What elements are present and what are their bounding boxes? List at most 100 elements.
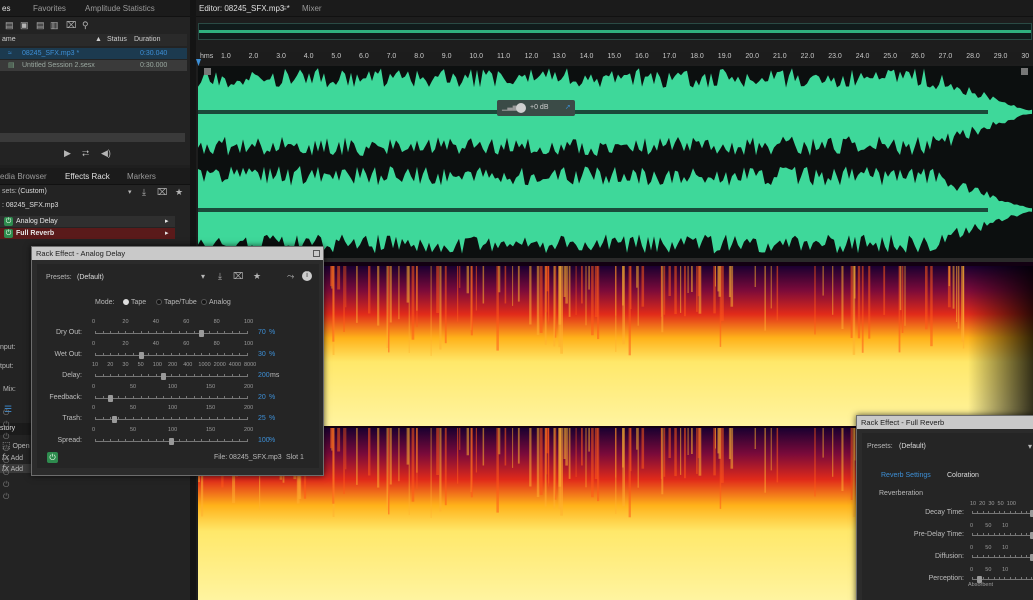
delete-icon[interactable]: ⌧ [66, 21, 76, 30]
empty-slot-power-icon[interactable]: ⏻ [3, 420, 9, 430]
time-ruler[interactable]: hms 1.0 2.0 3.0 4.0 5.0 6.0 7.0 8.0 9.0 10.0 11.0 1… [198, 52, 1033, 64]
empty-slot-power-icon[interactable]: ⏻ [3, 480, 9, 490]
power-icon[interactable]: ⏻ [4, 217, 13, 226]
power-button[interactable]: ⏻ [47, 452, 58, 463]
zoom-icon[interactable] [204, 68, 211, 75]
param-value[interactable]: 200 [258, 372, 270, 379]
presets-dropdown[interactable]: (Default) [899, 443, 926, 450]
volume-hud[interactable]: ▁▃▅ +0 dB ➚ [497, 100, 575, 116]
column-duration[interactable]: Duration [134, 36, 160, 43]
slider-thumb[interactable] [138, 351, 144, 359]
effect-slot-analog-delay[interactable]: ⏻ Analog Delay ▸ [0, 216, 175, 227]
save-icon[interactable]: ▤ [36, 21, 45, 30]
tab-effects-rack[interactable]: Effects Rack [65, 168, 110, 185]
empty-slot-power-icon[interactable]: ⏻ [3, 456, 9, 466]
files-scrollbar[interactable] [0, 133, 185, 142]
slider-tick [163, 352, 165, 356]
empty-slot-power-icon[interactable]: ⏻ [3, 492, 9, 502]
slider-thumb[interactable] [112, 416, 117, 423]
tab-reverb-settings[interactable]: Reverb Settings [881, 472, 931, 479]
play-icon[interactable]: ▶ [64, 149, 71, 158]
favorite-star-icon[interactable]: ★ [175, 188, 183, 197]
chevron-right-icon[interactable]: ▸ [165, 228, 169, 239]
spectrogram-transient [457, 266, 459, 322]
delete-preset-icon[interactable]: ⌧ [157, 188, 167, 197]
slider-tick [133, 417, 134, 420]
param-value[interactable]: 30 [258, 351, 266, 358]
dropdown-arrow-icon[interactable]: ▾ [1028, 442, 1032, 451]
close-file-icon[interactable]: ▥ [50, 21, 59, 30]
tab-amplitude-statistics[interactable]: Amplitude Statistics [85, 0, 155, 17]
tab-mixer[interactable]: Mixer [302, 0, 322, 17]
save-preset-icon[interactable]: ⤓ [218, 272, 222, 281]
waveform-center [198, 110, 988, 114]
dialog-title[interactable]: Rack Effect - Full Reverb [857, 416, 1033, 429]
slider-thumb[interactable] [169, 437, 174, 445]
spectrogram-transient [408, 428, 410, 515]
slider-thumb[interactable] [108, 394, 114, 402]
presets-dropdown[interactable]: (Default) [77, 274, 104, 281]
import-icon[interactable]: ▤ [5, 21, 14, 30]
column-name[interactable]: ame [2, 36, 16, 43]
slider-track[interactable] [972, 535, 1033, 536]
sort-icon[interactable]: ▲ [95, 36, 102, 43]
search-icon[interactable]: ⚲ [82, 21, 89, 30]
param-value[interactable]: 25 [258, 415, 266, 422]
tab-editor[interactable]: Editor: 08245_SFX.mp3 * [199, 0, 290, 17]
save-preset-icon[interactable]: ⤓ [142, 188, 146, 197]
file-row-session[interactable]: ▤ Untitled Session 2.sesx 0:30.000 [0, 60, 187, 71]
waveform-display[interactable] [198, 66, 1033, 258]
favorite-star-icon[interactable]: ★ [253, 272, 261, 281]
mode-analog-radio[interactable]: Analog [201, 299, 231, 306]
spectrogram-transient [814, 266, 816, 335]
empty-slot-power-icon[interactable]: ⏻ [3, 408, 9, 418]
spectrogram-transient [691, 428, 693, 454]
tab-favorites[interactable]: Favorites [33, 0, 66, 17]
param-value[interactable]: 20 [258, 394, 266, 401]
slider-tick [102, 395, 104, 399]
mode-tapetube-radio[interactable]: Tape/Tube [156, 299, 197, 306]
param-label: Decay Time: [925, 509, 964, 516]
spectrogram-transient [368, 266, 371, 314]
tab-markers[interactable]: Markers [127, 168, 156, 185]
volume-icon[interactable]: ◀) [101, 149, 111, 158]
pin-icon[interactable]: ➚ [565, 100, 571, 116]
route-icon[interactable]: ⤳ [287, 272, 294, 281]
close-icon[interactable] [313, 250, 320, 257]
dialog-title[interactable]: Rack Effect - Analog Delay [32, 247, 323, 260]
slider-tick [193, 395, 195, 399]
loop-icon[interactable]: ⮂ [82, 149, 89, 158]
param-value[interactable]: 100 [258, 437, 270, 444]
slider-track[interactable] [972, 557, 1033, 558]
info-icon[interactable]: i [302, 271, 312, 281]
slider-thumb[interactable] [161, 373, 167, 380]
empty-slot-power-icon[interactable]: ⏻ [3, 444, 9, 454]
spectrogram-transient [337, 428, 341, 452]
presets-dropdown[interactable]: (Custom) [18, 188, 47, 195]
slider-thumb[interactable] [199, 330, 205, 337]
effect-slot-full-reverb[interactable]: ⏻ Full Reverb ▸ [0, 228, 175, 239]
chevron-right-icon[interactable]: ▸ [165, 216, 169, 227]
volume-knob-icon[interactable] [516, 103, 526, 113]
delete-preset-icon[interactable]: ⌧ [233, 272, 243, 281]
power-icon[interactable]: ⏻ [4, 229, 13, 238]
dropdown-arrow-icon[interactable]: ▾ [128, 188, 132, 196]
empty-slot-power-icon[interactable]: ⏻ [3, 432, 9, 442]
tab-media-browser[interactable]: edia Browser [0, 168, 47, 185]
slider-thumb[interactable] [977, 576, 982, 583]
param-value[interactable]: 70 [258, 329, 266, 336]
mode-tape-radio[interactable]: Tape [123, 299, 146, 306]
empty-slot-power-icon[interactable]: ⏻ [3, 468, 9, 478]
new-file-icon[interactable]: ▣ [20, 21, 29, 30]
tab-files[interactable]: es [2, 0, 10, 17]
file-row-mp3[interactable]: ≈ 08245_SFX.mp3 * 0:30.040 [0, 48, 187, 59]
tab-coloration[interactable]: Coloration [947, 472, 979, 479]
overview-waveform[interactable] [198, 23, 1032, 40]
zoom-icon-right[interactable] [1021, 68, 1028, 75]
menu-icon[interactable]: ≡ [282, 0, 287, 17]
dropdown-arrow-icon[interactable]: ▾ [201, 272, 205, 281]
ruler-tick-label: 24.0 [855, 53, 870, 60]
spectrogram-transient [345, 428, 347, 470]
slider-track[interactable] [972, 513, 1033, 514]
column-status[interactable]: Status [107, 36, 127, 43]
